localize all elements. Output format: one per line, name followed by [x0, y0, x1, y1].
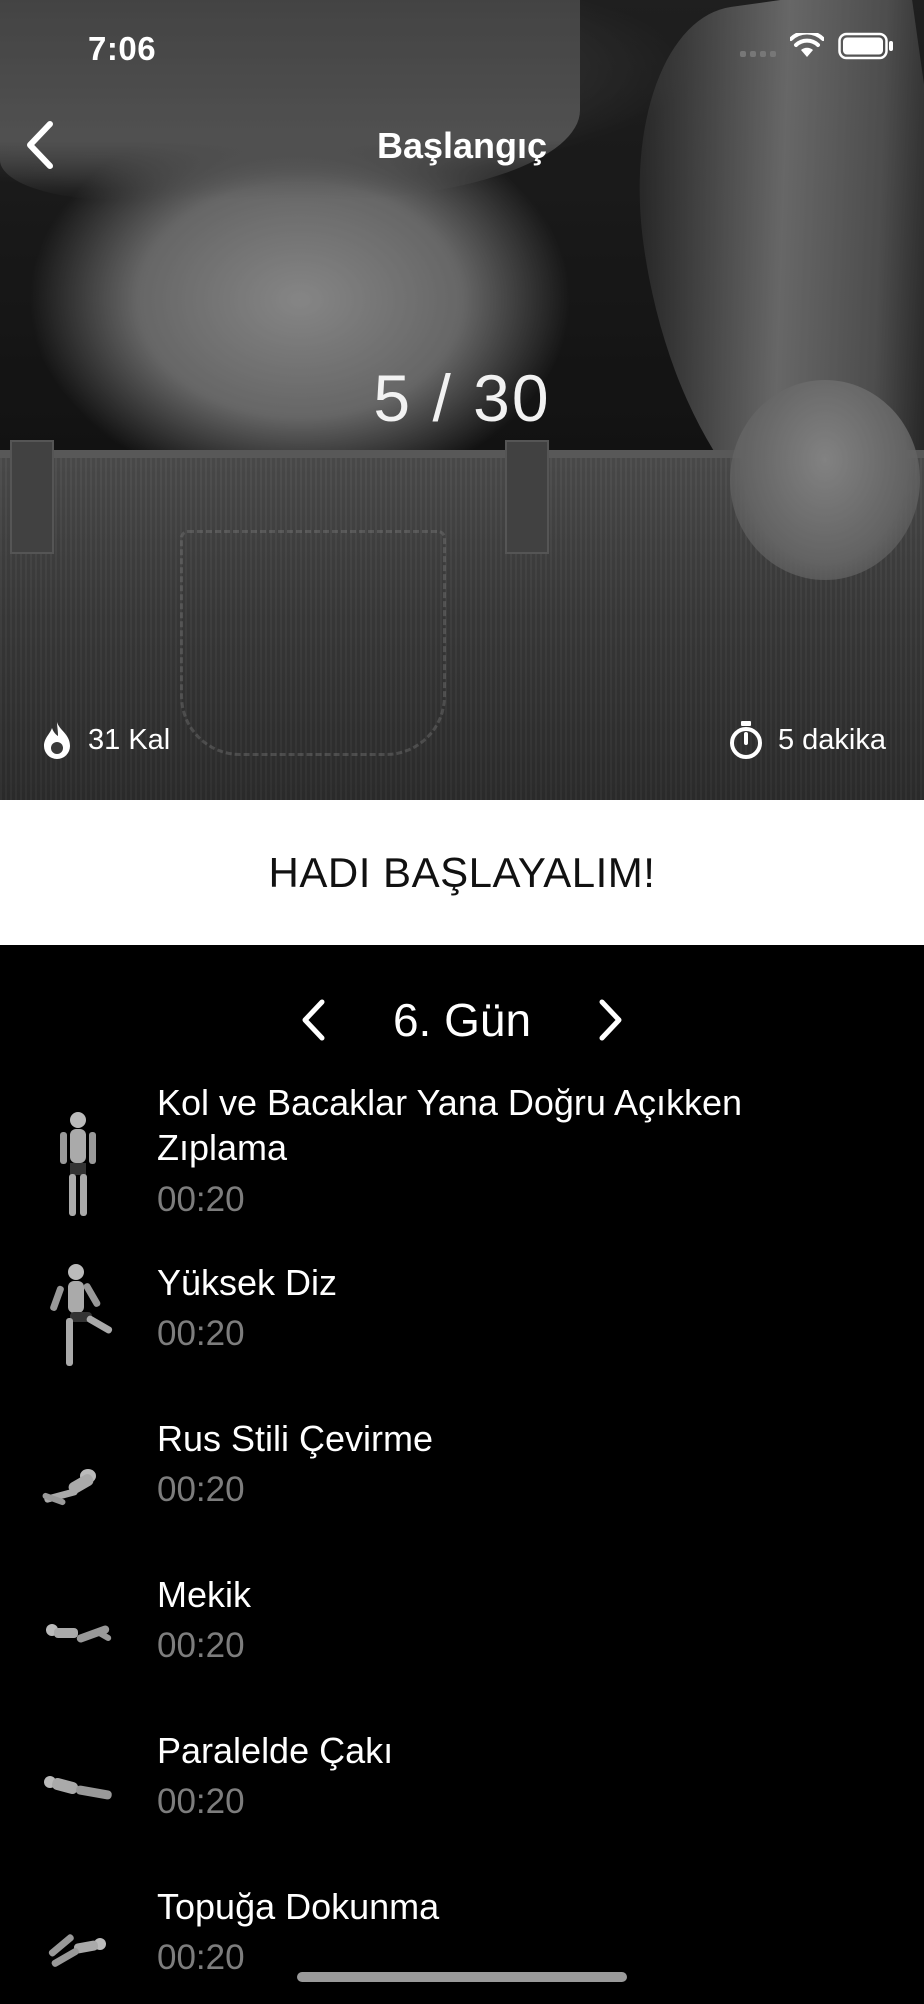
exercise-name: Mekik	[157, 1574, 252, 1615]
wifi-icon	[790, 33, 824, 57]
exercise-row[interactable]: Paralelde Çakı 00:20	[0, 1728, 924, 1848]
chevron-right-icon	[599, 999, 622, 1041]
battery-icon	[838, 32, 893, 60]
chevron-left-icon	[302, 999, 325, 1041]
stopwatch-icon	[729, 721, 762, 759]
program-progress: 5 / 30	[373, 361, 551, 435]
cellular-signal-icon	[740, 35, 776, 57]
exercise-row[interactable]: Rus Stili Çevirme 00:20	[0, 1416, 924, 1536]
crunch-figure-icon	[46, 1624, 112, 1643]
flame-icon	[44, 722, 70, 759]
duration-label: 5 dakika	[777, 723, 886, 756]
exercise-duration: 00:20	[157, 1938, 245, 1977]
exercise-row[interactable]: Mekik 00:20	[0, 1572, 924, 1692]
exercise-name: Topuğa Dokunma	[157, 1886, 440, 1927]
jumping-jack-figure-icon	[60, 1112, 96, 1216]
exercise-row[interactable]: Kol ve Bacaklar Yana Doğru Açıkken Zıpla…	[0, 1080, 924, 1230]
exercise-name: Paralelde Çakı	[157, 1730, 394, 1771]
home-indicator[interactable]	[297, 1972, 627, 1982]
page-title: Başlangıç	[376, 125, 548, 166]
exercise-row[interactable]: Yüksek Diz 00:20	[0, 1260, 924, 1380]
exercise-duration: 00:20	[157, 1470, 245, 1509]
russian-twist-figure-icon	[42, 1469, 96, 1506]
high-knees-figure-icon	[50, 1264, 113, 1366]
exercise-row[interactable]: Topuğa Dokunma 00:20	[0, 1884, 924, 2004]
calories-stat: 31 Kal	[40, 720, 170, 760]
day-selector: 6. Gün	[0, 985, 924, 1055]
duration-stat: 5 dakika	[728, 720, 886, 760]
exercise-duration: 00:20	[157, 1782, 245, 1821]
exercise-duration: 00:20	[157, 1314, 245, 1353]
exercise-name: Kol ve Bacaklar Yana Doğru Açıkken Zıpla…	[157, 1082, 742, 1168]
v-up-figure-icon	[44, 1776, 112, 1800]
calories-label: 31 Kal	[88, 723, 171, 756]
exercise-duration: 00:20	[157, 1180, 245, 1219]
exercise-name: Yüksek Diz	[157, 1262, 338, 1303]
status-time: 7:06	[88, 30, 157, 67]
previous-day-button[interactable]	[293, 990, 333, 1050]
exercise-duration: 00:20	[157, 1626, 245, 1665]
exercise-name: Rus Stili Çevirme	[157, 1418, 434, 1459]
start-workout-button[interactable]: HADI BAŞLAYALIM!	[0, 800, 924, 945]
status-icons	[740, 32, 894, 60]
heel-touch-figure-icon	[48, 1934, 106, 1967]
day-label: 6. Gün	[392, 994, 532, 1046]
next-day-button[interactable]	[591, 990, 631, 1050]
hero-banner: 7:06 Başlangıç 5 / 30 31 Kal 5 dakika	[0, 0, 924, 800]
